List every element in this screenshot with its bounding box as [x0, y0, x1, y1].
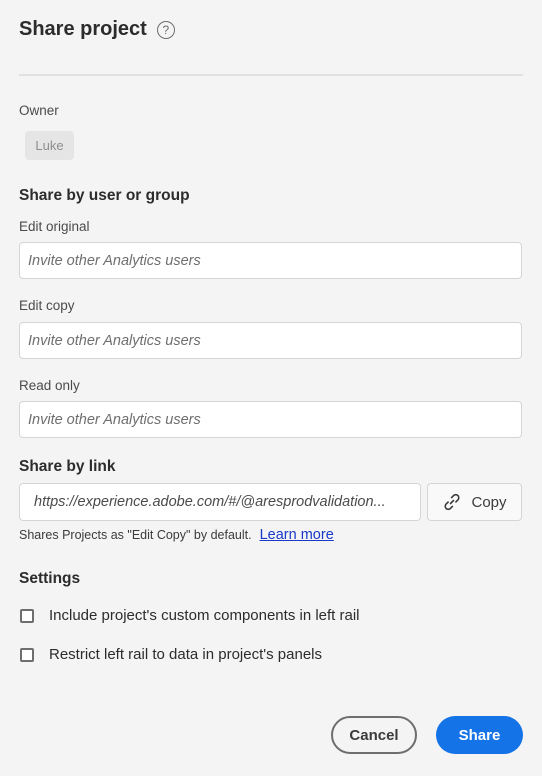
header-divider — [19, 74, 523, 76]
helper-text: Shares Projects as "Edit Copy" by defaul… — [19, 528, 252, 542]
cancel-button[interactable]: Cancel — [331, 716, 417, 754]
restrict-left-rail-label: Restrict left rail to data in project's … — [49, 646, 322, 663]
include-custom-components-checkbox[interactable] — [20, 608, 34, 623]
learn-more-link[interactable]: Learn more — [260, 527, 334, 543]
restrict-left-rail-option[interactable]: Restrict left rail to data in project's … — [20, 646, 322, 663]
dialog-title: Share project — [19, 18, 147, 40]
read-only-label: Read only — [19, 378, 80, 393]
include-custom-components-option[interactable]: Include project's custom components in l… — [20, 607, 360, 624]
read-only-input[interactable]: Invite other Analytics users — [19, 401, 522, 438]
owner-label: Owner — [19, 103, 59, 118]
include-custom-components-label: Include project's custom components in l… — [49, 607, 360, 624]
edit-copy-label: Edit copy — [19, 298, 75, 313]
share-by-link-heading: Share by link — [19, 458, 116, 475]
restrict-left-rail-checkbox[interactable] — [20, 647, 34, 662]
settings-heading: Settings — [19, 570, 81, 587]
link-icon — [444, 493, 461, 511]
edit-original-input[interactable]: Invite other Analytics users — [19, 242, 522, 279]
question-circle-icon[interactable]: ? — [156, 20, 175, 39]
owner-chip: Luke — [25, 131, 74, 160]
share-button[interactable]: Share — [436, 716, 523, 754]
edit-original-label: Edit original — [19, 219, 90, 234]
share-by-user-heading: Share by user or group — [19, 187, 190, 204]
share-project-dialog: Share project ? Owner Luke Share by user… — [0, 0, 542, 776]
share-link-helper: Shares Projects as "Edit Copy" by defaul… — [19, 527, 334, 543]
edit-copy-input[interactable]: Invite other Analytics users — [19, 322, 522, 359]
copy-link-button[interactable]: Copy — [427, 483, 522, 521]
copy-button-label: Copy — [471, 493, 507, 511]
dialog-header: Share project ? — [19, 18, 175, 41]
share-link-field[interactable]: https://experience.adobe.com/#/@aresprod… — [19, 483, 421, 521]
